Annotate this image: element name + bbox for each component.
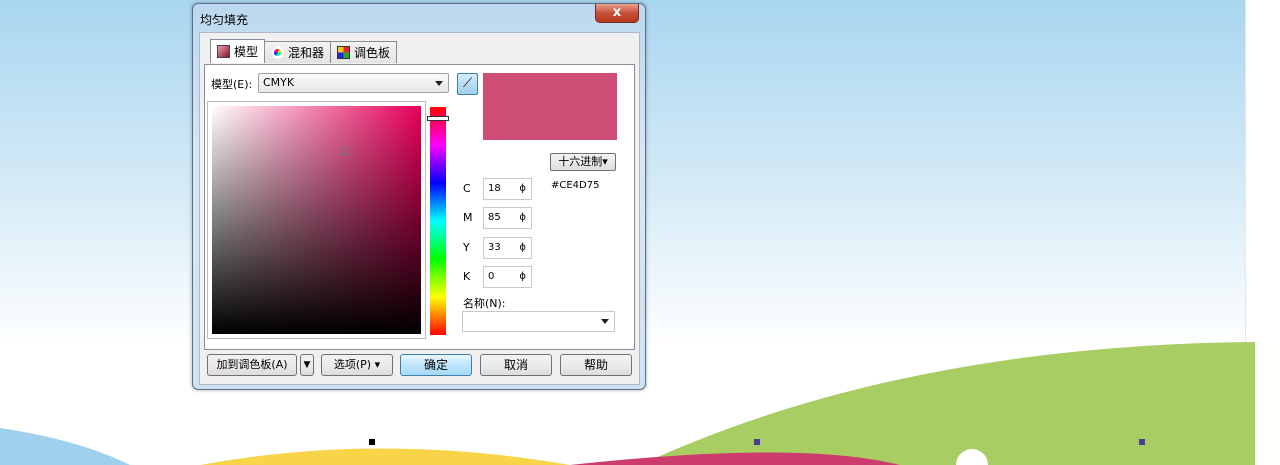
tab-label: 混和器	[288, 46, 325, 60]
color-picker-marker[interactable]	[341, 147, 349, 155]
help-button[interactable]: 帮助	[560, 354, 632, 376]
k-input[interactable]: 0ϕ	[483, 266, 532, 288]
hue-slider[interactable]	[427, 107, 449, 335]
tab-label: 调色板	[354, 46, 391, 60]
y-input[interactable]: 33 ϕ	[483, 237, 532, 259]
k-value: 0	[488, 271, 495, 282]
uniform-fill-dialog: 均匀填充 x 模型 混和器 调色板 模型(E): CMYK ⟋ 十六进制▾ #C…	[192, 3, 646, 390]
model-panel: 模型(E): CMYK ⟋ 十六进制▾ #CE4D75 C 18 ϕ M 85 ϕ …	[204, 64, 635, 350]
chevron-down-icon: ▼	[303, 360, 311, 370]
color-field[interactable]	[207, 101, 426, 339]
c-value: 18	[488, 183, 501, 194]
close-button[interactable]: x	[595, 4, 639, 23]
add-palette-dropdown[interactable]: ▼	[300, 354, 314, 376]
spinner-icon[interactable]: ϕ	[519, 271, 526, 282]
y-value: 33	[488, 242, 501, 253]
m-input[interactable]: 85 ϕ	[483, 207, 532, 229]
tab-label: 模型	[234, 45, 259, 59]
c-input[interactable]: 18 ϕ	[483, 178, 532, 200]
selection-handle	[754, 439, 760, 445]
spinner-icon[interactable]: ϕ	[519, 183, 526, 194]
name-label: 名称(N):	[463, 297, 506, 310]
y-label: Y	[463, 241, 470, 254]
chevron-down-icon	[435, 81, 443, 90]
tab-palette[interactable]: 调色板	[330, 41, 398, 63]
k-label: K	[463, 270, 471, 283]
color-preview	[483, 73, 617, 140]
hex-format-button[interactable]: 十六进制▾	[550, 153, 616, 171]
yellow-arc	[200, 448, 570, 465]
color-wheel-icon	[271, 46, 285, 59]
selection-handle	[369, 439, 375, 445]
ok-button[interactable]: 确定	[400, 354, 472, 376]
model-swatch-icon	[217, 45, 230, 58]
options-button[interactable]: 选项(P) ▾	[321, 354, 393, 376]
m-label: M	[463, 211, 473, 224]
dialog-body: 模型 混和器 调色板 模型(E): CMYK ⟋ 十六进制▾ #CE4D75 C…	[199, 32, 640, 385]
spinner-icon[interactable]: ϕ	[519, 242, 526, 253]
chevron-down-icon	[601, 319, 609, 328]
model-value: CMYK	[263, 76, 295, 89]
tab-mixer[interactable]: 混和器	[264, 41, 332, 63]
tab-model[interactable]: 模型	[210, 39, 266, 63]
eyedropper-button[interactable]: ⟋	[457, 73, 478, 95]
add-to-palette-button[interactable]: 加到调色板(A)	[207, 354, 297, 376]
green-hill	[640, 342, 1255, 465]
m-value: 85	[488, 212, 501, 223]
hue-slider-thumb[interactable]	[427, 116, 449, 121]
blue-arc	[0, 428, 130, 465]
model-label: 模型(E):	[211, 78, 253, 91]
spinner-icon[interactable]: ϕ	[519, 212, 526, 223]
hex-value: #CE4D75	[551, 180, 600, 191]
dialog-title: 均匀填充	[200, 13, 249, 27]
tab-bar: 模型 混和器 调色板	[210, 39, 398, 63]
c-label: C	[463, 182, 471, 195]
model-select[interactable]: CMYK	[258, 73, 449, 93]
name-combobox[interactable]	[462, 311, 615, 332]
eyedropper-icon: ⟋	[462, 76, 473, 91]
selection-handle	[1139, 439, 1145, 445]
palette-grid-icon	[337, 46, 351, 59]
cancel-button[interactable]: 取消	[480, 354, 552, 376]
